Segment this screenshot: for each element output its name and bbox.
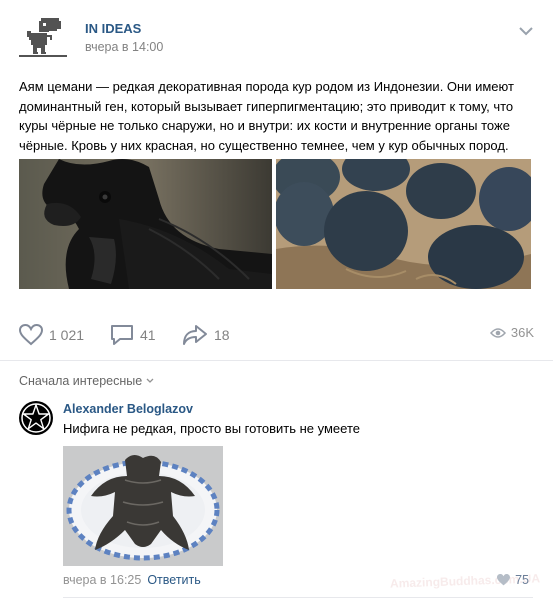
views-counter: 36K — [489, 325, 534, 340]
divider — [63, 597, 533, 598]
heart-icon — [497, 574, 511, 586]
share-button[interactable]: 18 — [182, 320, 230, 350]
views-count: 36K — [510, 325, 534, 340]
comment-count: 41 — [140, 327, 156, 343]
star-icon — [21, 403, 51, 433]
comment-text: Нифига не редкая, просто вы готовить не … — [63, 421, 360, 436]
dino-icon[interactable] — [19, 14, 67, 58]
post-header: IN IDEAS вчера в 14:00 — [19, 14, 534, 58]
post-actions: 1 021 41 18 36K — [19, 320, 534, 350]
post-time[interactable]: вчера в 14:00 — [85, 40, 163, 54]
share-arrow-icon — [183, 325, 207, 345]
heart-icon — [19, 324, 43, 346]
sort-label: Сначала интересные — [19, 374, 143, 388]
share-count: 18 — [214, 327, 230, 343]
comment-author-link[interactable]: Alexander Beloglazov — [63, 402, 193, 416]
comments-sort-dropdown[interactable]: Сначала интересные — [19, 374, 154, 388]
like-button[interactable]: 1 021 — [19, 320, 84, 350]
comment-time[interactable]: вчера в 16:25 — [63, 573, 141, 587]
eggs-photo[interactable] — [276, 159, 531, 289]
post-author-link[interactable]: IN IDEAS — [85, 21, 141, 36]
chevron-down-icon[interactable] — [518, 24, 534, 36]
post-text: Аям цемани — редкая декоративная порода … — [19, 79, 514, 153]
comment-button[interactable]: 41 — [110, 320, 156, 350]
comment-meta: вчера в 16:25 Ответить — [63, 573, 201, 587]
comment-photo[interactable] — [63, 446, 223, 566]
like-count: 1 021 — [49, 327, 85, 343]
comment-like-button[interactable]: 75 — [497, 573, 529, 587]
chevron-down-icon — [146, 378, 154, 383]
speech-bubble-icon — [111, 325, 133, 345]
avatar[interactable] — [19, 401, 53, 435]
comment-like-count: 75 — [515, 573, 529, 587]
eye-icon — [489, 327, 506, 338]
rooster-photo[interactable] — [19, 159, 272, 289]
reply-button[interactable]: Ответить — [147, 573, 200, 587]
divider — [0, 360, 553, 361]
post-photos — [19, 159, 531, 289]
